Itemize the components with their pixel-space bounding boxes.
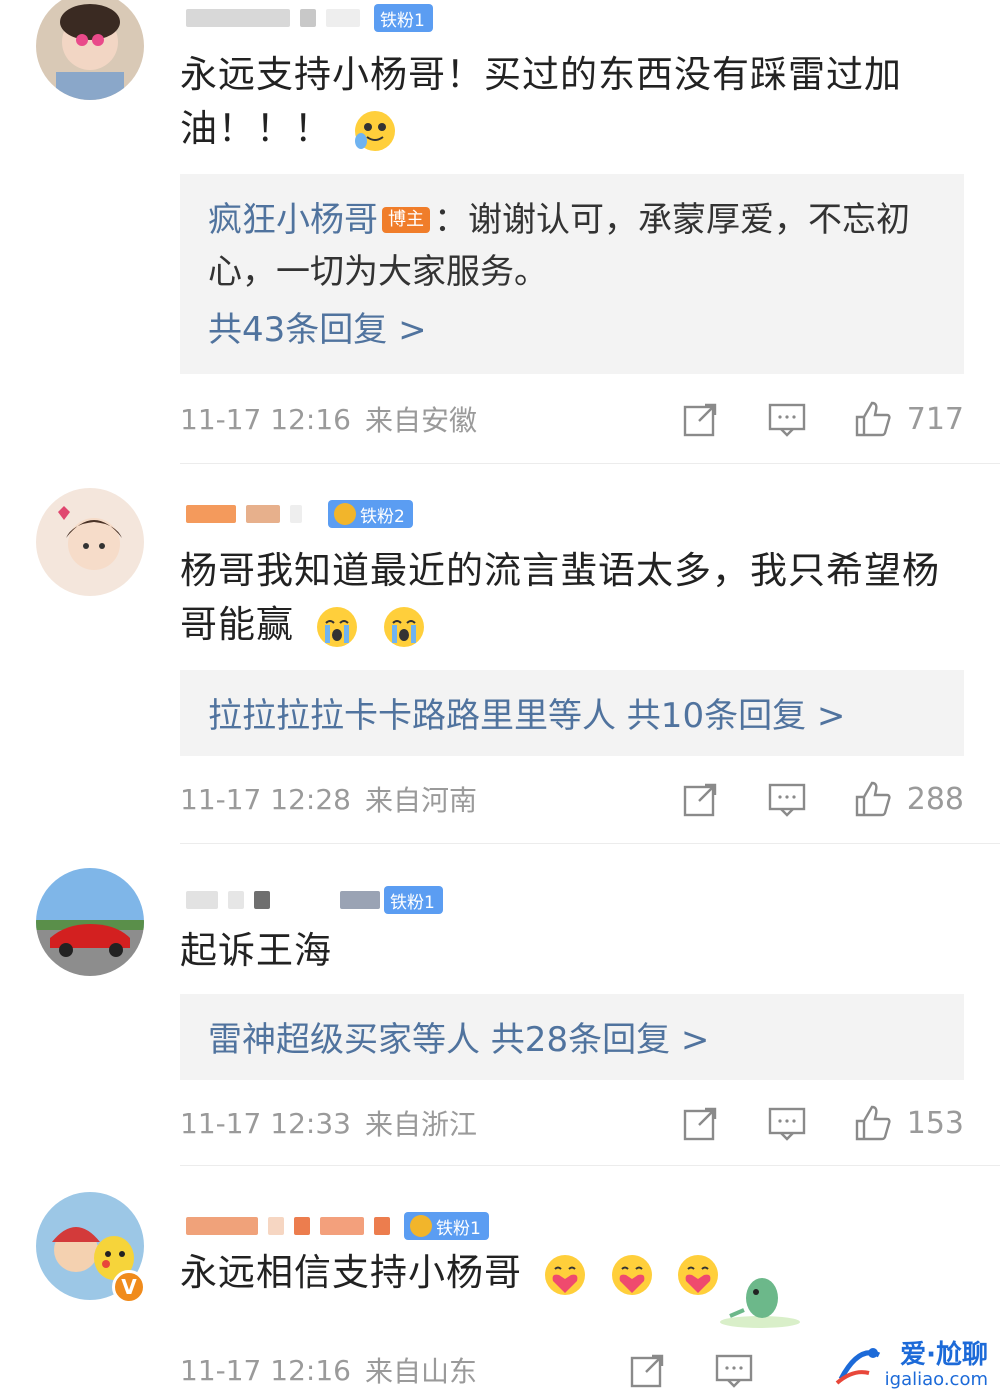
divider [180, 843, 1000, 844]
share-icon[interactable] [681, 779, 721, 819]
comment-meta: 11-17 12:16 来自安徽 717 [180, 395, 964, 443]
blurred-username [246, 505, 280, 523]
comment-location: 来自安徽 [364, 404, 477, 437]
fan-badge: 铁粉1 [374, 4, 433, 32]
comment-actions: 717 [681, 395, 964, 443]
like-count: 288 [906, 781, 964, 817]
reply-box[interactable]: 疯狂小杨哥 博主 ：谢谢认可，承蒙厚爱，不忘初心，一切为大家服务。 共43条回复 > [180, 174, 964, 374]
comment-text: 永远支持小杨哥！买过的东西没有踩雷过加油！！！ [180, 48, 970, 156]
view-replies-link[interactable]: 共43条回复 > [208, 304, 936, 356]
heart-hug-emoji-icon [544, 1254, 585, 1295]
fan-medal-icon [410, 1215, 432, 1237]
divider [180, 1165, 1000, 1166]
reply-box[interactable]: 雷神超级买家等人 共28条回复 > [180, 994, 964, 1080]
blurred-username [320, 1217, 364, 1235]
comment-text: 起诉王海 [180, 929, 332, 972]
share-icon[interactable] [681, 1103, 721, 1143]
comment-time: 11-17 12:28 [180, 782, 351, 816]
comment-icon[interactable] [714, 1350, 754, 1390]
comment-text: 杨哥我知道最近的流言蜚语太多，我只希望杨哥能赢 [180, 544, 970, 652]
blurred-username [186, 891, 218, 909]
hugging-face-emoji-icon [354, 110, 395, 151]
comment-actions: 288 [681, 775, 964, 823]
comment-actions: 153 [681, 1099, 964, 1147]
watermark-en: igaliao.com [884, 1369, 988, 1390]
fan-badge: 铁粉1 [384, 886, 443, 914]
watermark-text: 爱·尬聊 igaliao.com [885, 1340, 988, 1390]
view-replies-link[interactable]: 雷神超级买家等人 共28条回复 > [208, 1014, 936, 1066]
blurred-username [326, 9, 360, 27]
comment-actions [628, 1346, 754, 1394]
dinosaur-sticker-icon [720, 1278, 800, 1328]
view-replies-link[interactable]: 拉拉拉拉卡卡路路里里等人 共10条回复 > [208, 690, 936, 742]
comment-time: 11-17 12:16 [180, 1353, 351, 1387]
comment-meta: 11-17 12:33 来自浙江 153 [180, 1099, 964, 1147]
host-tag: 博主 [382, 207, 430, 233]
crying-face-emoji-icon [383, 606, 424, 647]
blurred-username [300, 9, 316, 27]
avatar[interactable] [36, 488, 144, 596]
watermark-cn: 爱·尬聊 [900, 1340, 988, 1370]
blurred-username [340, 891, 380, 909]
site-watermark: 爱·尬聊 igaliao.com [833, 1339, 988, 1391]
comment-icon[interactable] [767, 399, 807, 439]
like-count: 717 [906, 401, 964, 437]
thumbs-up-icon[interactable] [853, 399, 893, 439]
divider [180, 463, 1000, 464]
username-row[interactable]: 铁粉1 [186, 884, 443, 916]
comment-time: 11-17 12:33 [180, 1106, 351, 1140]
comment-meta: 11-17 12:28 来自河南 288 [180, 775, 964, 823]
avatar[interactable] [36, 0, 144, 100]
username-row[interactable]: 铁粉1 [186, 2, 433, 34]
like-count: 153 [906, 1105, 964, 1141]
blurred-username [186, 1217, 258, 1235]
reply-box[interactable]: 拉拉拉拉卡卡路路里里等人 共10条回复 > [180, 670, 964, 756]
username-row[interactable]: 铁粉1 [186, 1210, 489, 1242]
thumbs-up-icon[interactable] [853, 1103, 893, 1143]
verified-badge: V [112, 1270, 146, 1304]
blurred-username [374, 1217, 390, 1235]
username-row[interactable]: 铁粉2 [186, 498, 413, 530]
blurred-username [186, 505, 236, 523]
blurred-username [290, 505, 302, 523]
heart-hug-emoji-icon [611, 1254, 652, 1295]
comment-location: 来自浙江 [364, 1108, 477, 1141]
comment-icon[interactable] [767, 1103, 807, 1143]
blurred-username [254, 891, 270, 909]
comment-text: 永远相信支持小杨哥 [180, 1246, 970, 1300]
blurred-username [268, 1217, 284, 1235]
fan-badge: 铁粉2 [328, 500, 413, 528]
comment-icon[interactable] [767, 779, 807, 819]
blurred-username [294, 1217, 310, 1235]
blurred-username [186, 9, 290, 27]
comment-location: 来自河南 [364, 784, 477, 817]
thumbs-up-icon[interactable] [853, 779, 893, 819]
reply-author[interactable]: 疯狂小杨哥 [208, 200, 378, 240]
crying-face-emoji-icon [316, 606, 357, 647]
watermark-logo-icon [835, 1348, 880, 1385]
avatar[interactable] [36, 868, 144, 976]
fan-badge: 铁粉1 [404, 1212, 489, 1240]
share-icon[interactable] [681, 399, 721, 439]
blurred-username [228, 891, 244, 909]
fan-medal-icon [334, 503, 356, 525]
comment-location: 来自山东 [364, 1355, 477, 1388]
share-icon[interactable] [628, 1350, 668, 1390]
comment-time: 11-17 12:16 [180, 402, 351, 436]
